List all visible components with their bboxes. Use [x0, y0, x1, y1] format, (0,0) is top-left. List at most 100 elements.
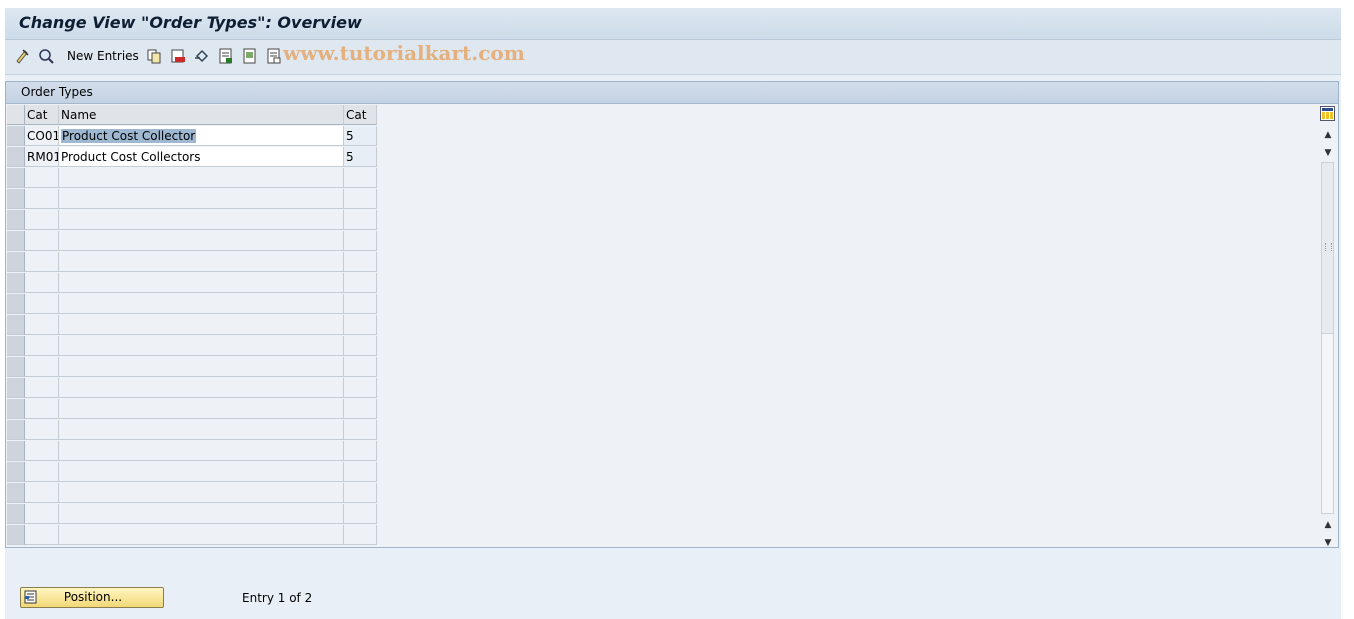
row-selector[interactable] — [7, 357, 25, 377]
new-entries-button[interactable]: New Entries — [67, 49, 139, 63]
column-header-cat-2[interactable]: Cat — [344, 105, 377, 125]
empty-cell[interactable] — [344, 441, 377, 461]
empty-cell[interactable] — [59, 420, 344, 440]
empty-cell[interactable] — [59, 231, 344, 251]
cell-name[interactable]: Product Cost Collectors — [59, 147, 344, 167]
empty-cell[interactable] — [344, 525, 377, 545]
cell-cat[interactable]: CO01 — [25, 126, 59, 146]
empty-cell[interactable] — [25, 525, 59, 545]
position-button[interactable]: Position... — [20, 587, 164, 608]
empty-cell[interactable] — [59, 504, 344, 524]
cell-cat-2[interactable]: 5 — [344, 147, 377, 167]
empty-cell[interactable] — [59, 168, 344, 188]
row-selector[interactable] — [7, 147, 25, 167]
empty-cell[interactable] — [59, 336, 344, 356]
empty-cell[interactable] — [25, 189, 59, 209]
cell-cat-2[interactable]: 5 — [344, 126, 377, 146]
row-selector[interactable] — [7, 525, 25, 545]
row-selector[interactable] — [7, 336, 25, 356]
empty-cell[interactable] — [25, 357, 59, 377]
empty-cell[interactable] — [25, 378, 59, 398]
vertical-scrollbar[interactable]: ▲ ▼ ▲ ▼ — [1319, 104, 1337, 548]
empty-cell[interactable] — [344, 336, 377, 356]
empty-cell[interactable] — [25, 210, 59, 230]
empty-cell[interactable] — [59, 252, 344, 272]
column-header-name[interactable]: Name — [59, 105, 344, 125]
empty-cell[interactable] — [25, 441, 59, 461]
undo-change-icon[interactable] — [193, 47, 211, 65]
select-block-icon[interactable] — [241, 47, 259, 65]
empty-cell[interactable] — [25, 462, 59, 482]
empty-cell[interactable] — [25, 168, 59, 188]
empty-cell[interactable] — [25, 504, 59, 524]
row-selector[interactable] — [7, 273, 25, 293]
empty-cell[interactable] — [344, 210, 377, 230]
empty-cell[interactable] — [25, 273, 59, 293]
scroll-down-icon[interactable]: ▼ — [1322, 538, 1334, 548]
display-change-icon[interactable] — [13, 47, 31, 65]
empty-cell[interactable] — [25, 336, 59, 356]
empty-cell[interactable] — [25, 483, 59, 503]
empty-cell[interactable] — [59, 525, 344, 545]
empty-cell[interactable] — [344, 357, 377, 377]
row-selector[interactable] — [7, 483, 25, 503]
row-selector[interactable] — [7, 231, 25, 251]
empty-cell[interactable] — [59, 462, 344, 482]
empty-cell[interactable] — [344, 231, 377, 251]
empty-cell[interactable] — [344, 252, 377, 272]
cell-cat[interactable]: RM01 — [25, 147, 59, 167]
empty-cell[interactable] — [59, 441, 344, 461]
row-selector[interactable] — [7, 420, 25, 440]
empty-cell[interactable] — [344, 189, 377, 209]
row-selector[interactable] — [7, 294, 25, 314]
scroll-up-icon[interactable]: ▲ — [1322, 520, 1334, 530]
row-selector[interactable] — [7, 441, 25, 461]
empty-cell[interactable] — [59, 210, 344, 230]
row-selector[interactable] — [7, 378, 25, 398]
select-all-cell[interactable] — [7, 105, 25, 125]
copy-as-icon[interactable] — [145, 47, 163, 65]
empty-cell[interactable] — [59, 399, 344, 419]
empty-cell[interactable] — [344, 294, 377, 314]
scroll-up-icon[interactable]: ▲ — [1322, 130, 1334, 140]
row-selector[interactable] — [7, 189, 25, 209]
empty-cell[interactable] — [59, 483, 344, 503]
empty-cell[interactable] — [344, 273, 377, 293]
empty-cell[interactable] — [59, 357, 344, 377]
empty-cell[interactable] — [344, 462, 377, 482]
empty-cell[interactable] — [344, 378, 377, 398]
row-selector[interactable] — [7, 168, 25, 188]
empty-cell[interactable] — [25, 315, 59, 335]
delete-icon[interactable] — [169, 47, 187, 65]
row-selector[interactable] — [7, 504, 25, 524]
empty-cell[interactable] — [344, 483, 377, 503]
table-settings-icon[interactable] — [1320, 106, 1335, 121]
empty-cell[interactable] — [59, 294, 344, 314]
empty-cell[interactable] — [344, 315, 377, 335]
empty-cell[interactable] — [25, 252, 59, 272]
scroll-thumb[interactable] — [1322, 163, 1333, 334]
select-all-icon[interactable] — [217, 47, 235, 65]
column-header-cat[interactable]: Cat — [25, 105, 59, 125]
row-selector[interactable] — [7, 210, 25, 230]
empty-cell[interactable] — [59, 273, 344, 293]
empty-cell[interactable] — [344, 420, 377, 440]
deselect-all-icon[interactable] — [265, 47, 283, 65]
cell-name[interactable]: Product Cost Collector — [59, 126, 344, 146]
scroll-down-icon[interactable]: ▼ — [1322, 148, 1334, 158]
scroll-track[interactable] — [1321, 162, 1334, 514]
empty-cell[interactable] — [59, 378, 344, 398]
empty-cell[interactable] — [344, 168, 377, 188]
empty-cell[interactable] — [25, 231, 59, 251]
empty-cell[interactable] — [25, 294, 59, 314]
row-selector[interactable] — [7, 462, 25, 482]
empty-cell[interactable] — [59, 315, 344, 335]
row-selector[interactable] — [7, 126, 25, 146]
details-icon[interactable] — [37, 47, 55, 65]
row-selector[interactable] — [7, 252, 25, 272]
row-selector[interactable] — [7, 399, 25, 419]
empty-cell[interactable] — [344, 504, 377, 524]
empty-cell[interactable] — [25, 420, 59, 440]
empty-cell[interactable] — [59, 189, 344, 209]
empty-cell[interactable] — [344, 399, 377, 419]
